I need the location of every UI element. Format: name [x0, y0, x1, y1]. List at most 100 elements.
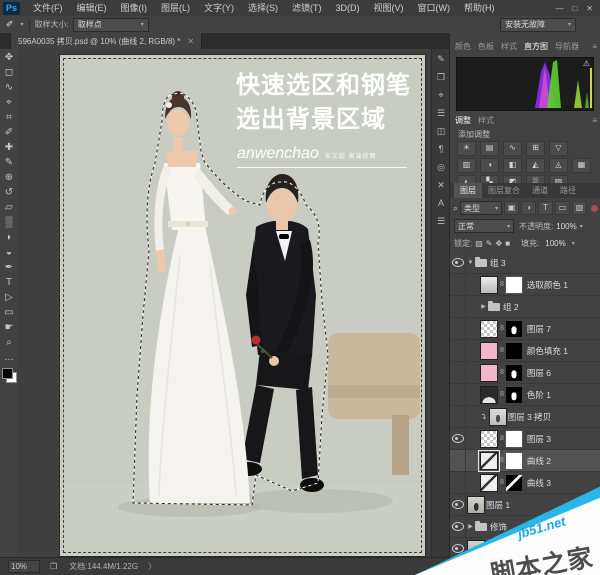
layer-mask-thumbnail[interactable] — [505, 364, 523, 382]
adjustment-thumbnail[interactable] — [480, 276, 498, 294]
layer-row-group3[interactable]: ▼ 组 3 — [450, 252, 600, 274]
lock-pixels-icon[interactable]: ✎ — [486, 239, 493, 248]
visibility-toggle[interactable] — [450, 252, 466, 273]
channel-mixer-icon[interactable]: ◬ — [549, 158, 568, 173]
foreground-color-swatch[interactable] — [2, 368, 13, 379]
healing-brush-tool-icon[interactable]: ✚ — [1, 140, 17, 155]
clone-source-panel-icon[interactable]: ❐ — [433, 70, 449, 85]
photo-filter-icon[interactable]: ◭ — [526, 158, 545, 173]
maximize-button[interactable]: □ — [572, 4, 577, 13]
visibility-toggle[interactable] — [450, 274, 466, 295]
visibility-toggle[interactable] — [450, 428, 466, 449]
visibility-toggle[interactable] — [450, 384, 466, 405]
hand-tool-icon[interactable]: ☛ — [1, 320, 17, 335]
more-tools-icon[interactable]: … — [1, 350, 17, 365]
fill-thumbnail[interactable] — [480, 342, 498, 360]
layer-row-layer6[interactable]: 8 图层 6 — [450, 362, 600, 384]
color-balance-icon[interactable]: ◑ — [480, 158, 499, 173]
minimize-button[interactable]: — — [555, 4, 563, 13]
layer-row-color-fill-1[interactable]: 8 颜色填充 1 — [450, 340, 600, 362]
type-tool-icon[interactable]: T — [1, 275, 17, 290]
visibility-toggle[interactable] — [450, 318, 466, 339]
quick-selection-tool-icon[interactable]: ⌖ — [1, 95, 17, 110]
tab-styles2[interactable]: 样式 — [478, 115, 494, 126]
menu-help[interactable]: 帮助(H) — [457, 0, 502, 16]
fill-value[interactable]: 100% — [545, 239, 565, 248]
black-white-icon[interactable]: ◧ — [503, 158, 522, 173]
menu-view[interactable]: 视图(V) — [367, 0, 411, 16]
zoom-tool-icon[interactable]: ⌕ — [1, 335, 17, 350]
document-tab[interactable]: 596A0035 拷贝.psd @ 10% (曲线 2, RGB/8) * ✕ — [11, 33, 202, 49]
shape-tool-icon[interactable]: ▭ — [1, 305, 17, 320]
menu-edit[interactable]: 编辑(E) — [70, 0, 114, 16]
close-button[interactable]: ✕ — [586, 4, 593, 13]
brush-tool-icon[interactable]: ✎ — [1, 155, 17, 170]
layer-row-layer7[interactable]: 8 图层 7 — [450, 318, 600, 340]
panel-menu-icon[interactable]: ≡ — [592, 116, 597, 125]
menu-select[interactable]: 选择(S) — [241, 0, 285, 16]
eyedropper-tool-icon[interactable]: ✐ — [1, 125, 17, 140]
workspace-select[interactable]: 安装无故障 ▾ — [500, 18, 576, 32]
canvas-area[interactable]: 快速选区和钢笔 选出背景区域 anwenchao安文超 高端修图 — [18, 49, 432, 558]
layer-thumbnail[interactable] — [489, 408, 507, 426]
color-swatches[interactable] — [2, 368, 17, 383]
menu-filter[interactable]: 滤镜(T) — [285, 0, 329, 16]
move-tool-icon[interactable]: ✥ — [1, 50, 17, 65]
curves-icon[interactable]: ∿ — [503, 141, 522, 156]
layer-mask-thumbnail[interactable] — [505, 320, 523, 338]
tab-swatches[interactable]: 色板 — [478, 41, 494, 52]
layer-thumbnail[interactable] — [480, 364, 498, 382]
history-brush-tool-icon[interactable]: ↺ — [1, 185, 17, 200]
menu-3d[interactable]: 3D(D) — [329, 0, 367, 16]
marquee-tool-icon[interactable]: ◻ — [1, 65, 17, 80]
collapse-arrow-icon[interactable]: ▶ — [479, 303, 488, 310]
layer-row-layer3-copy[interactable]: ↴ 图层 3 拷贝 — [450, 406, 600, 428]
panel-menu-icon[interactable]: ≡ — [592, 42, 597, 51]
color-lookup-icon[interactable]: ▦ — [572, 158, 591, 173]
tab-paths[interactable]: 路径 — [554, 183, 582, 198]
tab-histogram[interactable]: 直方图 — [524, 41, 548, 52]
blur-tool-icon[interactable]: ◗ — [1, 230, 17, 245]
lock-transparent-icon[interactable]: ▨ — [475, 239, 483, 248]
tool-presets-panel-icon[interactable]: ⌖ — [433, 88, 449, 103]
vibrance-icon[interactable]: ▽ — [549, 141, 568, 156]
visibility-toggle[interactable] — [450, 450, 466, 471]
layer-row-curves-2-selected[interactable]: 8 曲线 2 — [450, 450, 600, 472]
visibility-toggle[interactable] — [450, 362, 466, 383]
menu-layer[interactable]: 图层(L) — [154, 0, 197, 16]
hue-saturation-icon[interactable]: ▥ — [457, 158, 476, 173]
lock-all-icon[interactable]: ■ — [505, 239, 510, 248]
crop-tool-icon[interactable]: ⌗ — [1, 110, 17, 125]
blend-mode-select[interactable]: 正常 ▾ — [454, 219, 514, 233]
status-options-arrow[interactable]: 〉 — [148, 561, 156, 572]
layer-thumbnail[interactable] — [480, 430, 498, 448]
visibility-toggle[interactable] — [450, 406, 466, 427]
paragraph-panel-icon[interactable]: ¶ — [433, 142, 449, 157]
layer-row-layer3[interactable]: 8 图层 3 — [450, 428, 600, 450]
layer-mask-thumbnail[interactable] — [505, 276, 523, 294]
gradient-tool-icon[interactable]: ▒ — [1, 215, 17, 230]
visibility-toggle[interactable] — [450, 340, 466, 361]
paragraph-styles-panel-icon[interactable]: ☰ — [433, 214, 449, 229]
photo-document[interactable]: 快速选区和钢笔 选出背景区域 anwenchao安文超 高端修图 — [60, 55, 425, 556]
menu-window[interactable]: 窗口(W) — [411, 0, 458, 16]
layer-row-selective-color-1[interactable]: 8 选取颜色 1 — [450, 274, 600, 296]
menu-image[interactable]: 图像(I) — [114, 0, 155, 16]
histogram-warning-icon[interactable]: ⚠ — [583, 59, 590, 68]
layer-row-levels-1[interactable]: 8 色阶 1 — [450, 384, 600, 406]
layer-mask-thumbnail[interactable] — [505, 452, 523, 470]
visibility-toggle[interactable] — [450, 296, 466, 317]
adjustment-thumbnail[interactable] — [480, 386, 498, 404]
tab-layer-comps[interactable]: 图层复合 — [482, 183, 526, 198]
exposure-icon[interactable]: ⊞ — [526, 141, 545, 156]
extensions-panel-icon[interactable]: ✕ — [433, 178, 449, 193]
tab-adjustments[interactable]: 调整 — [455, 115, 471, 126]
clone-stamp-tool-icon[interactable]: ⊕ — [1, 170, 17, 185]
adjustment-thumbnail[interactable] — [480, 452, 498, 470]
expand-arrow-icon[interactable]: ▼ — [466, 260, 475, 266]
brush-settings-panel-icon[interactable]: ✎ — [433, 52, 449, 67]
eyedropper-icon[interactable]: ✐ — [6, 19, 14, 30]
layer-row-group2[interactable]: ▶ 组 2 — [450, 296, 600, 318]
tab-close-icon[interactable]: ✕ — [187, 37, 194, 46]
filter-smart-objects-icon[interactable]: ▧ — [572, 201, 587, 215]
